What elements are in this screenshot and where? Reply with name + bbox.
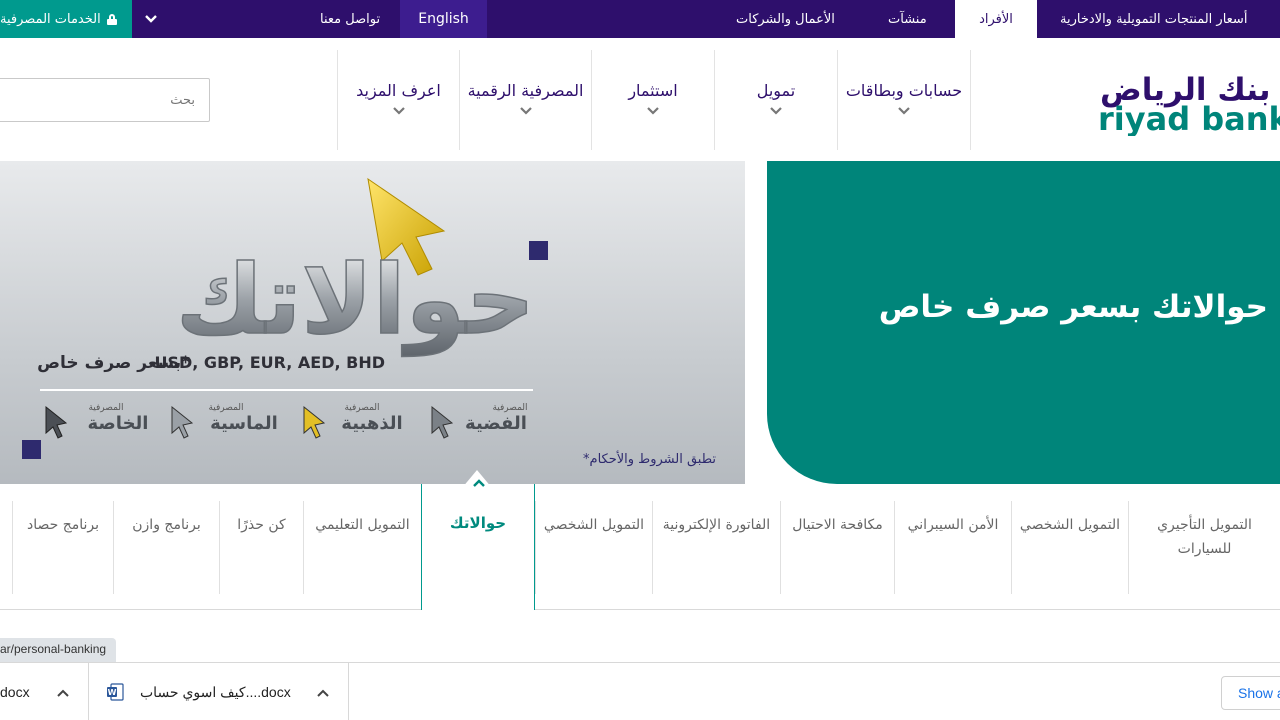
- cat-wazen-program[interactable]: برنامج وازن: [113, 501, 219, 594]
- svg-text:المصرفية: المصرفية: [492, 403, 527, 413]
- download-item-1[interactable]: docx: [0, 663, 88, 720]
- search-input[interactable]: [0, 78, 210, 122]
- promo-panel[interactable]: حوالاتك بسعر صرف خاص: [767, 161, 1280, 484]
- banner-special-rate: بسعر صرف خاص*: [37, 353, 190, 373]
- chevron-up-icon[interactable]: [316, 688, 330, 698]
- contact-us-link[interactable]: تواصل معنا: [320, 0, 380, 38]
- svg-text:المصرفية: المصرفية: [208, 403, 243, 413]
- tab-individuals[interactable]: الأفراد: [955, 0, 1037, 38]
- svg-text:الذهبية: الذهبية: [341, 413, 402, 434]
- nav-digital-banking-label: المصرفية الرقمية: [467, 81, 584, 100]
- logo-english-text: riyad bank: [1098, 100, 1280, 136]
- tier-silver: المصرفية الفضية: [431, 403, 528, 439]
- cat-education-finance[interactable]: التمويل التعليمي: [303, 501, 421, 594]
- tier-gold: المصرفية الذهبية: [303, 403, 403, 439]
- nav-learn-more-label: اعرف المزيد: [356, 81, 441, 100]
- product-rates-link[interactable]: أسعار المنتجات التمويلية والادخارية: [1060, 0, 1247, 38]
- cat-personal-finance[interactable]: التمويل الشخصي: [1011, 501, 1128, 594]
- cat-personal-finance-2[interactable]: التمويل الشخصي: [535, 501, 652, 594]
- tier-private: المصرفية الخاصة: [45, 403, 149, 439]
- svg-text:الماسية: الماسية: [210, 413, 278, 434]
- word-file-icon: W: [106, 683, 124, 701]
- download-2-filename: كيف اسوي حساب....docx: [140, 683, 291, 700]
- status-url: ar/personal-banking: [0, 638, 117, 662]
- nav-accounts-cards[interactable]: حسابات وبطاقات: [837, 50, 971, 150]
- nav-investment[interactable]: استثمار: [591, 50, 714, 150]
- establishments-link[interactable]: منشآت: [888, 0, 927, 38]
- download-1-filename: docx: [0, 684, 30, 700]
- nav-investment-label: استثمار: [628, 81, 678, 100]
- cat-hawalatak-label: حوالاتك: [449, 514, 507, 532]
- top-bar: الخدمات المصرفية تواصل معنا English الأع…: [0, 0, 1280, 38]
- svg-text:المصرفية: المصرفية: [88, 403, 123, 413]
- tier-diamond: المصرفية الماسية: [171, 403, 278, 439]
- svg-text:W: W: [108, 688, 117, 697]
- business-link[interactable]: الأعمال والشركات: [736, 0, 835, 38]
- chevron-up-icon[interactable]: [56, 688, 70, 698]
- chevron-down-icon: [898, 107, 910, 115]
- nav-learn-more[interactable]: اعرف المزيد: [337, 50, 459, 150]
- cat-anti-fraud[interactable]: مكافحة الاحتيال: [780, 501, 894, 594]
- show-all-button[interactable]: Show all: [1221, 676, 1280, 710]
- promo-title: حوالاتك بسعر صرف خاص: [878, 289, 1268, 325]
- english-language-button[interactable]: English: [400, 0, 487, 38]
- cat-be-careful[interactable]: كن حذرًا: [219, 501, 303, 594]
- download-item-2[interactable]: W كيف اسوي حساب....docx: [106, 663, 348, 720]
- cat-car-leasing[interactable]: التمويل التأجيري للسيارات: [1128, 501, 1280, 594]
- nav-financing[interactable]: تمويل: [714, 50, 837, 150]
- lock-icon: [106, 13, 117, 25]
- cat-e-invoice[interactable]: الفاتورة الإلكترونية: [652, 501, 780, 594]
- chevron-down-icon: [770, 107, 782, 115]
- nav-accounts-cards-label: حسابات وبطاقات: [845, 81, 963, 100]
- riyad-bank-logo[interactable]: بنك الرياض riyad bank: [1098, 72, 1280, 136]
- svg-text:الخاصة: الخاصة: [88, 413, 149, 434]
- cat-hawalatak-active[interactable]: حوالاتك: [421, 479, 535, 610]
- cat-cyber-security[interactable]: الأمن السيبراني: [894, 501, 1011, 594]
- download-bar: docx W كيف اسوي حساب....docx: [0, 662, 1280, 720]
- chevron-down-icon: [647, 107, 659, 115]
- svg-text:الفضية: الفضية: [465, 413, 527, 434]
- nav-financing-label: تمويل: [756, 81, 796, 100]
- nav-digital-banking[interactable]: المصرفية الرقمية: [459, 50, 591, 150]
- svg-text:المصرفية: المصرفية: [344, 403, 379, 413]
- banking-services-button[interactable]: الخدمات المصرفية: [0, 0, 132, 38]
- promo-banner-image[interactable]: حوالاتك USD, GBP, EUR, AED, BHD بسعر صرف…: [0, 161, 745, 484]
- banner-graphic-word: حوالاتك: [176, 244, 535, 357]
- cat-hasad-program[interactable]: برنامج حصاد: [12, 501, 113, 594]
- chevron-up-icon: [473, 479, 485, 487]
- chevron-down-icon[interactable]: [138, 6, 164, 32]
- banking-services-label: الخدمات المصرفية: [0, 11, 101, 27]
- chevron-down-icon: [519, 107, 532, 115]
- chevron-down-icon: [392, 107, 405, 115]
- terms-text: *تطبق الشروط والأحكام: [583, 450, 716, 467]
